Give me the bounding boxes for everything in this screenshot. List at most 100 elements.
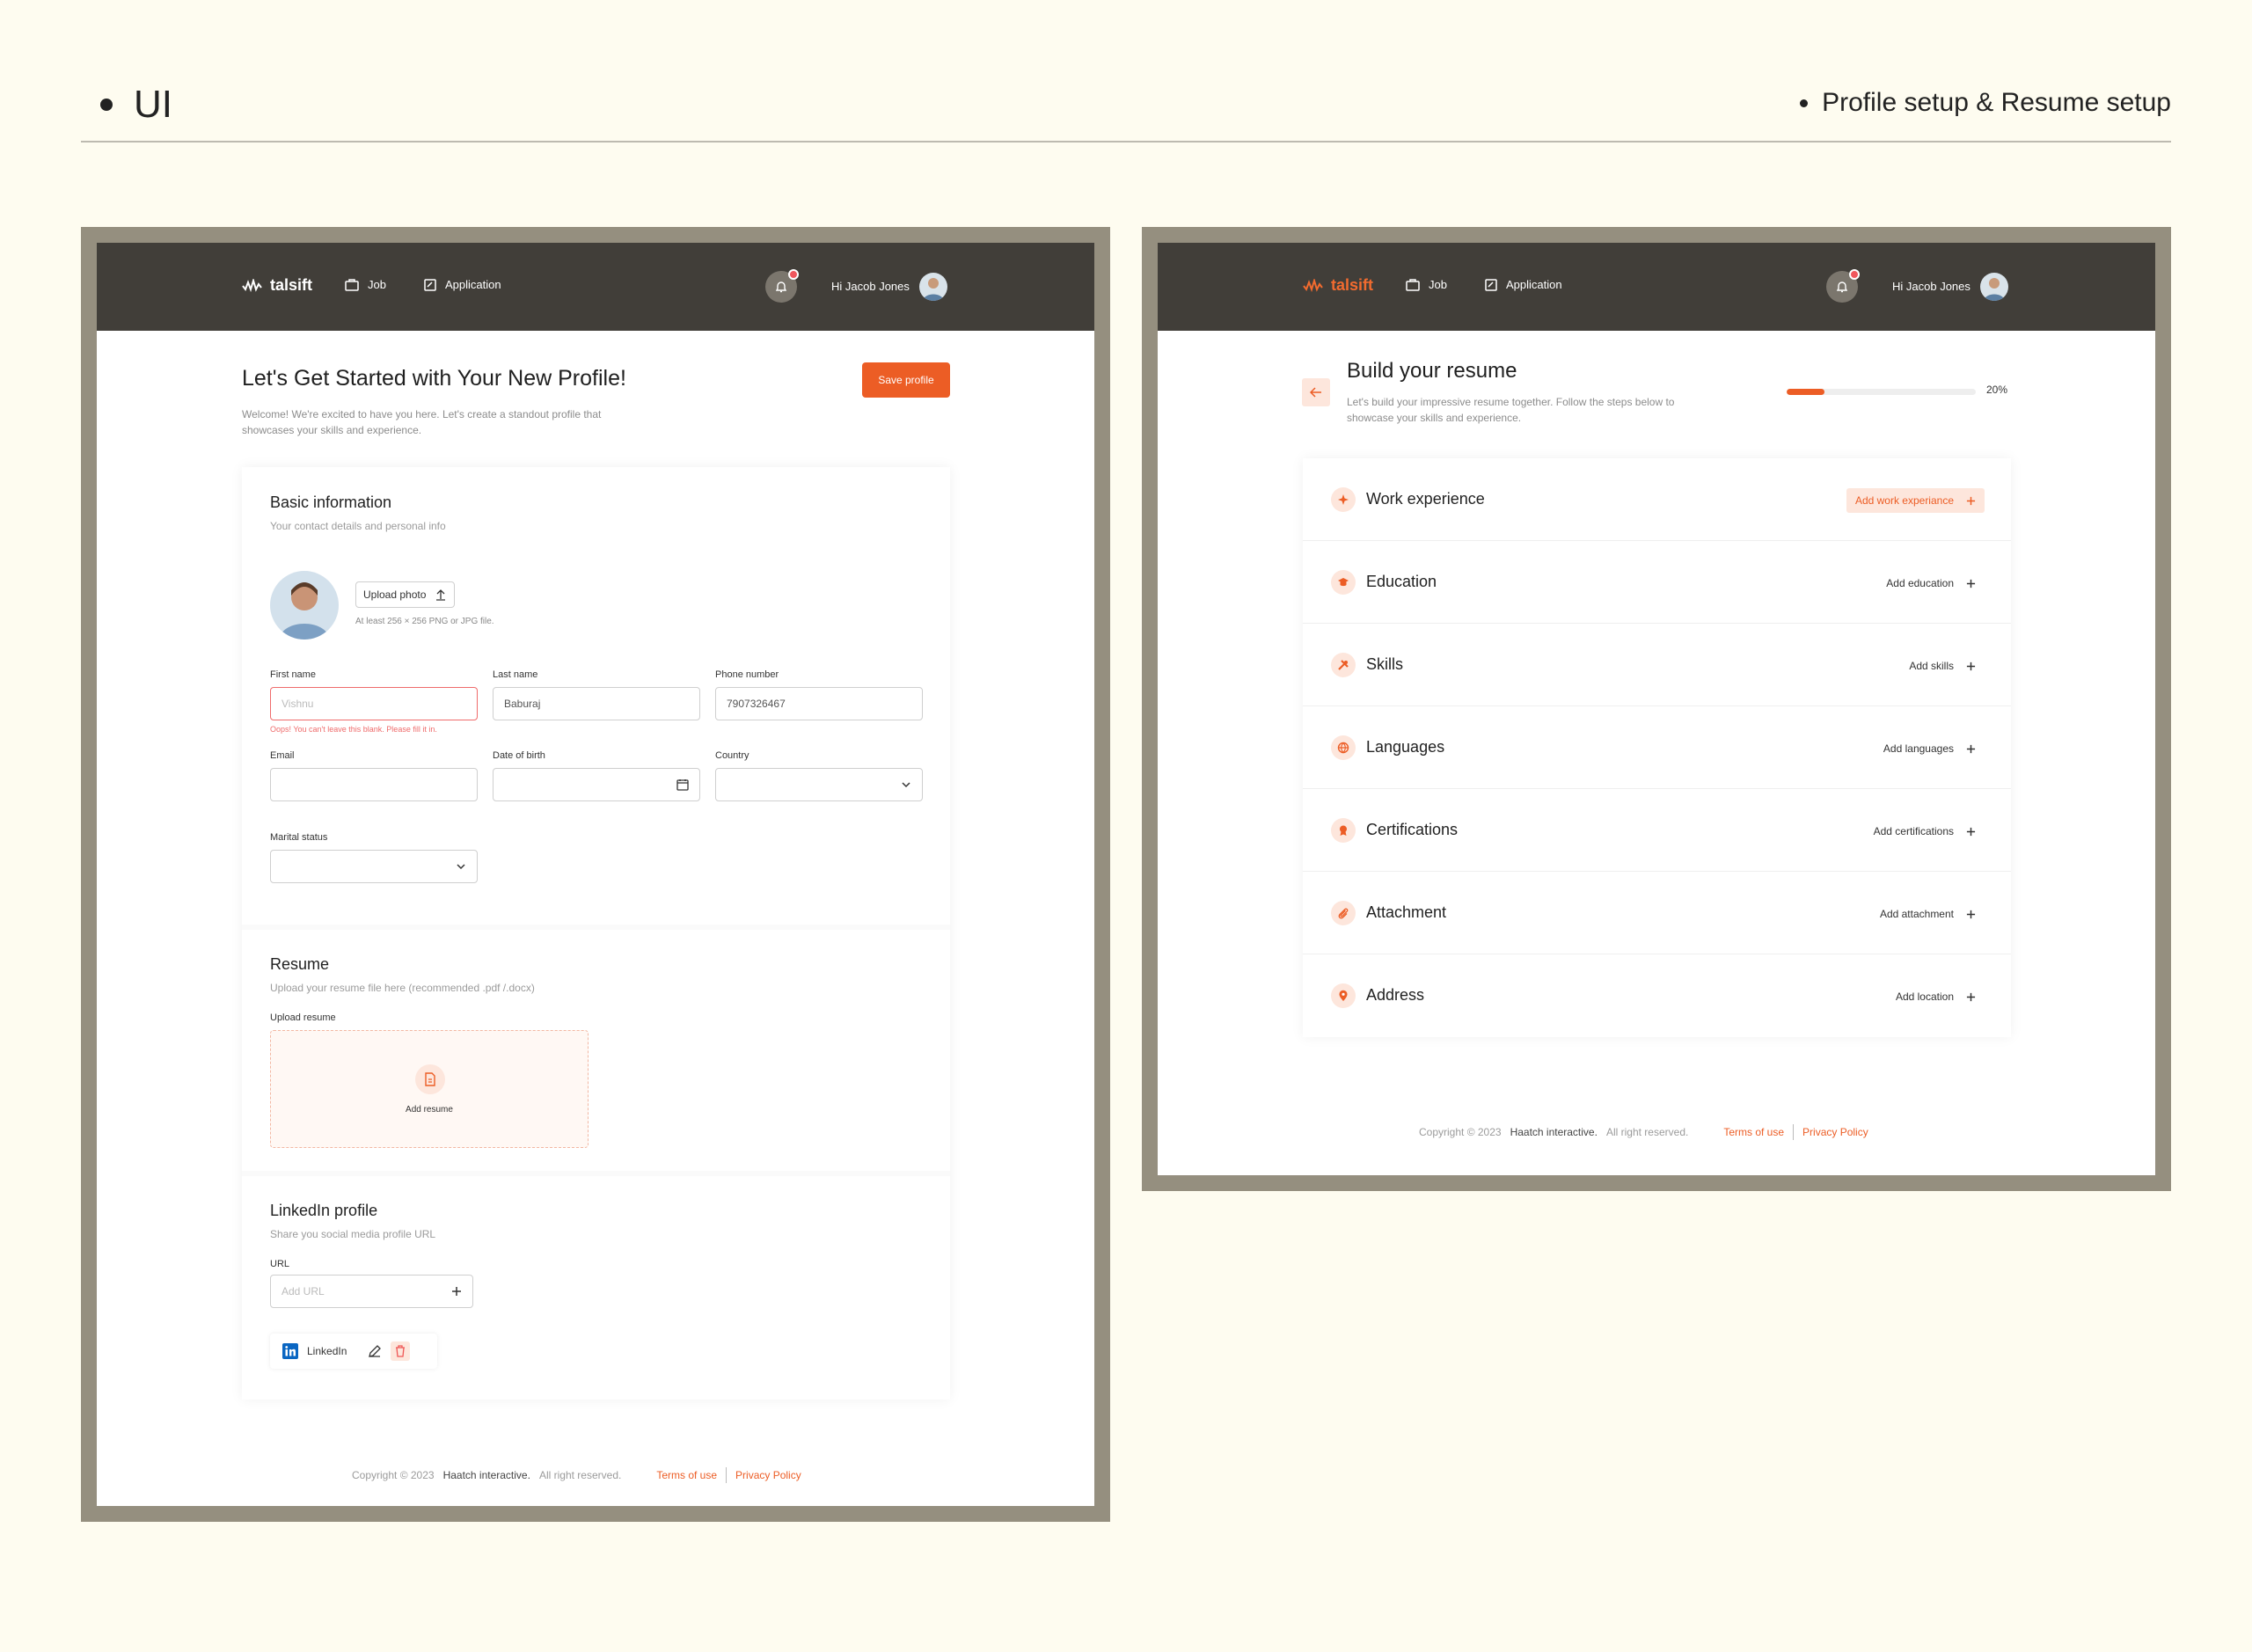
logo-mark-icon — [1303, 278, 1323, 292]
upload-photo-button[interactable]: Upload photo — [355, 581, 456, 608]
resume-section-label: Skills — [1366, 655, 1404, 673]
profile-title: Let's Get Started with Your New Profile! — [242, 366, 626, 391]
resume-subtitle: Upload your resume file here (recommende… — [270, 982, 535, 994]
section-divider — [242, 925, 950, 930]
first-name-placeholder: Vishnu — [282, 698, 314, 710]
resume-section-label: Certifications — [1366, 821, 1459, 838]
person-photo-icon — [279, 582, 330, 640]
profile-form-card: Basic information Your contact details a… — [242, 467, 950, 1400]
logo[interactable]: talsift — [242, 276, 312, 295]
first-name-input[interactable]: Vishnu — [270, 687, 478, 720]
marital-status-label: Marital status — [270, 832, 328, 843]
plus-icon — [1966, 496, 1976, 505]
user-avatar[interactable] — [1980, 273, 2008, 301]
award-icon-wrap — [1331, 818, 1356, 843]
add-address-button[interactable]: Add location — [1887, 984, 1985, 1009]
resume-section-skills: Skills Add skills — [1303, 624, 2011, 706]
row-action-label: Add languages — [1883, 742, 1954, 755]
tools-icon-wrap — [1331, 653, 1356, 677]
trash-icon — [396, 1345, 406, 1357]
delete-button[interactable] — [391, 1341, 411, 1361]
add-languages-button[interactable]: Add languages — [1875, 736, 1985, 761]
page-title-left-text: UI — [134, 83, 172, 126]
terms-link[interactable]: Terms of use — [1723, 1126, 1784, 1138]
add-certifications-button[interactable]: Add certifications — [1865, 819, 1985, 844]
user-greeting: Hi Jacob Jones — [1892, 280, 1970, 293]
resume-subtitle-line1: Let's build your impressive resume toget… — [1347, 396, 1675, 408]
profile-footer: Copyright © 2023 Haatch interactive. All… — [352, 1467, 801, 1483]
notification-badge — [788, 269, 799, 280]
dob-label: Date of birth — [493, 750, 545, 761]
logo-text: talsift — [1331, 276, 1374, 294]
row-action-label: Add attachment — [1879, 908, 1954, 920]
resume-section-certifications: Certifications Add certifications — [1303, 789, 2011, 872]
save-profile-button[interactable]: Save profile — [862, 362, 950, 398]
nav-application[interactable]: Application — [1485, 278, 1562, 291]
notification-button[interactable] — [765, 269, 799, 303]
nav-application[interactable]: Application — [424, 278, 501, 291]
file-icon — [425, 1072, 435, 1086]
briefcase-icon — [1406, 278, 1420, 291]
edit-icon[interactable] — [368, 1344, 382, 1358]
privacy-link[interactable]: Privacy Policy — [735, 1469, 801, 1481]
globe-icon — [1337, 742, 1349, 754]
resume-subtitle: Let's build your impressive resume toget… — [1347, 394, 1674, 426]
footer-company: Haatch interactive. — [1510, 1126, 1598, 1138]
edit-document-icon — [424, 278, 436, 291]
resume-title: Resume — [270, 955, 330, 973]
nav-job[interactable]: Job — [345, 278, 386, 291]
footer-divider — [726, 1467, 728, 1483]
email-label: Email — [270, 750, 295, 761]
dob-input[interactable] — [493, 768, 700, 801]
navbar: talsift Job Application Hi Jacob Jones — [97, 243, 1094, 331]
edit-document-icon — [1485, 278, 1497, 291]
phone-input[interactable]: 7907326467 — [715, 687, 923, 720]
chevron-down-icon — [457, 864, 465, 870]
terms-link[interactable]: Terms of use — [656, 1469, 717, 1481]
linkedin-chip: LinkedIn — [270, 1334, 437, 1369]
linkedin-icon — [282, 1343, 298, 1359]
notification-badge — [1849, 269, 1860, 280]
row-action-label: Add education — [1886, 577, 1954, 589]
resume-subtitle-line2: showcase your skills and experience. — [1347, 412, 1522, 424]
bell-icon — [1836, 281, 1848, 293]
footer-divider — [1793, 1124, 1795, 1140]
resume-frame: talsift Job Application Hi Jacob Jones B… — [1142, 227, 2171, 1191]
add-resume-label: Add resume — [406, 1105, 453, 1115]
privacy-link[interactable]: Privacy Policy — [1802, 1126, 1868, 1138]
country-select[interactable] — [715, 768, 923, 801]
add-education-button[interactable]: Add education — [1877, 571, 1985, 596]
bell-icon — [775, 281, 787, 293]
resume-dropzone[interactable]: Add resume — [270, 1030, 589, 1148]
location-pin-icon-wrap — [1331, 983, 1356, 1008]
paperclip-icon — [1338, 908, 1349, 919]
marital-status-select[interactable] — [270, 850, 478, 883]
user-avatar[interactable] — [919, 273, 947, 301]
last-name-input[interactable]: Baburaj — [493, 687, 700, 720]
email-input[interactable] — [270, 768, 478, 801]
graduation-cap-icon-wrap — [1331, 570, 1356, 595]
add-skills-button[interactable]: Add skills — [1900, 654, 1985, 678]
bullet-icon — [1800, 99, 1809, 107]
first-name-label: First name — [270, 669, 316, 680]
section-divider — [242, 1171, 950, 1176]
page-header: UI Profile setup & Resume setup — [81, 70, 2171, 143]
footer-rights: All right reserved. — [1605, 1126, 1689, 1138]
nav-job[interactable]: Job — [1406, 278, 1447, 291]
profile-subtitle-line2: showcases your skills and experience. — [242, 424, 422, 436]
plus-icon — [1966, 827, 1976, 836]
notification-button[interactable] — [1826, 269, 1860, 303]
file-icon-wrap — [415, 1064, 445, 1094]
logo-text: talsift — [270, 276, 313, 294]
chevron-down-icon — [902, 782, 910, 788]
add-attachment-button[interactable]: Add attachment — [1871, 902, 1985, 926]
url-input[interactable]: Add URL — [270, 1275, 473, 1308]
linkedin-title: LinkedIn profile — [270, 1202, 378, 1219]
logo[interactable]: talsift — [1303, 276, 1373, 295]
add-work-experience-button[interactable]: Add work experiance — [1846, 488, 1985, 513]
resume-title: Build your resume — [1347, 359, 1517, 383]
back-button[interactable] — [1302, 378, 1330, 406]
photo-hint: At least 256 × 256 PNG or JPG file. — [355, 617, 494, 626]
plus-icon[interactable] — [451, 1286, 462, 1297]
arrow-left-icon — [1310, 387, 1321, 398]
